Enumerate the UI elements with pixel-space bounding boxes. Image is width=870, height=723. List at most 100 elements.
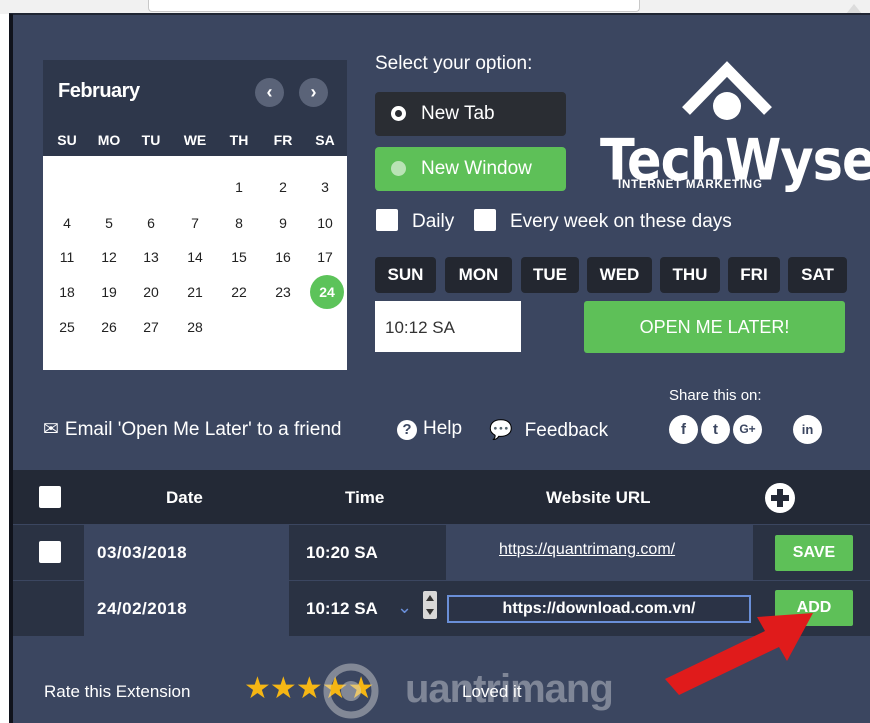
- calendar-day[interactable]: 4: [51, 208, 83, 238]
- calendar-weekday: TU: [141, 132, 161, 148]
- calendar-day[interactable]: 28: [179, 312, 211, 342]
- help-link[interactable]: ? Help: [397, 418, 462, 440]
- day-button-fri[interactable]: FRI: [728, 257, 780, 293]
- calendar-day[interactable]: 13: [135, 242, 167, 272]
- calendar-weekday: WE: [183, 132, 207, 148]
- calendar: February ‹ › SU MO TU WE TH FR SA 1 2 3 4 5 6 7 8 9 10 1…: [43, 60, 347, 370]
- weekly-label: Every week on these days: [510, 211, 732, 232]
- calendar-day[interactable]: 10: [309, 208, 341, 238]
- calendar-day[interactable]: 2: [267, 172, 299, 202]
- add-plus-icon[interactable]: [765, 483, 795, 513]
- row-time: 10:20 SA: [306, 543, 378, 562]
- radio-unselected-icon: [391, 161, 406, 176]
- linkedin-icon[interactable]: in: [793, 415, 822, 444]
- day-button-thu[interactable]: THU: [660, 257, 720, 293]
- calendar-day[interactable]: 27: [135, 312, 167, 342]
- calendar-day[interactable]: 22: [223, 277, 255, 307]
- calendar-day[interactable]: 11: [51, 242, 83, 272]
- calendar-day[interactable]: 14: [179, 242, 211, 272]
- calendar-day[interactable]: 19: [93, 277, 125, 307]
- chat-bubbles-icon: 💬: [489, 420, 513, 441]
- address-bar[interactable]: [148, 0, 640, 12]
- row-date: 03/03/2018: [97, 543, 188, 562]
- row-checkbox[interactable]: [39, 541, 61, 563]
- row-url-link[interactable]: https://quantrimang.com/: [499, 541, 675, 559]
- calendar-month: February: [58, 80, 140, 102]
- table-header: Date Time Website URL: [13, 470, 870, 524]
- red-arrow-icon: [665, 613, 813, 695]
- day-button-tue[interactable]: TUE: [521, 257, 579, 293]
- day-button-sat[interactable]: SAT: [788, 257, 847, 293]
- google-plus-icon[interactable]: G+: [733, 415, 762, 444]
- calendar-header: February ‹ › SU MO TU WE TH FR SA: [43, 60, 347, 156]
- star-icon[interactable]: ★: [270, 671, 297, 706]
- twitter-icon[interactable]: t: [701, 415, 730, 444]
- options-title: Select your option:: [375, 53, 533, 74]
- calendar-day[interactable]: 21: [179, 277, 211, 307]
- email-friend-link[interactable]: ✉ Email 'Open Me Later' to a friend: [43, 418, 341, 441]
- extension-popup: February ‹ › SU MO TU WE TH FR SA 1 2 3 4 5 6 7 8 9 10 1…: [13, 15, 870, 723]
- rate-label: Rate this Extension: [44, 682, 191, 701]
- house-roof-icon: [682, 61, 772, 120]
- time-spinner[interactable]: [423, 591, 437, 619]
- calendar-day-selected[interactable]: 24: [310, 275, 344, 309]
- calendar-day[interactable]: 18: [51, 277, 83, 307]
- calendar-weekday: SA: [315, 132, 335, 148]
- logo-tagline: INTERNET MARKETING: [618, 179, 763, 191]
- facebook-icon[interactable]: f: [669, 415, 698, 444]
- calendar-day[interactable]: 5: [93, 208, 125, 238]
- share-label: Share this on:: [669, 387, 762, 404]
- calendar-day[interactable]: 15: [223, 242, 255, 272]
- techwyse-logo: TechWyse INTERNET MARKETING: [600, 57, 870, 197]
- calendar-day[interactable]: 7: [179, 208, 211, 238]
- calendar-day[interactable]: 1: [223, 172, 255, 202]
- radio-selected-icon: [391, 106, 406, 121]
- calendar-day[interactable]: 20: [135, 277, 167, 307]
- select-all-checkbox[interactable]: [39, 486, 61, 508]
- row-date: 24/02/2018: [97, 599, 188, 618]
- feedback-label: Feedback: [524, 420, 609, 441]
- watermark-text: uantrimang: [405, 667, 614, 711]
- browser-top-bar: [0, 0, 870, 14]
- row-time: 10:12 SA: [306, 599, 378, 618]
- calendar-day[interactable]: 16: [267, 242, 299, 272]
- calendar-weekday: TH: [229, 132, 249, 148]
- column-time: Time: [345, 488, 385, 507]
- question-circle-icon: ?: [397, 420, 417, 440]
- calendar-weekday: MO: [97, 132, 121, 148]
- email-friend-label: Email 'Open Me Later' to a friend: [64, 419, 342, 440]
- envelope-icon: ✉: [43, 419, 59, 440]
- calendar-day[interactable]: 26: [93, 312, 125, 342]
- day-button-sun[interactable]: SUN: [375, 257, 436, 293]
- calendar-day[interactable]: 3: [309, 172, 341, 202]
- calendar-day[interactable]: 17: [309, 242, 341, 272]
- calendar-day[interactable]: 8: [223, 208, 255, 238]
- calendar-weekday: SU: [57, 132, 77, 148]
- daily-checkbox[interactable]: [376, 209, 398, 231]
- table-row: 03/03/2018 10:20 SA https://quantrimang.…: [13, 525, 870, 580]
- new-window-option[interactable]: New Window: [375, 147, 566, 191]
- daily-label: Daily: [412, 211, 455, 232]
- column-url: Website URL: [546, 488, 651, 507]
- new-window-label: New Window: [421, 158, 532, 179]
- chevron-left-icon[interactable]: ‹: [255, 78, 284, 107]
- time-input[interactable]: 10:12 SA: [375, 301, 521, 352]
- weekly-checkbox[interactable]: [474, 209, 496, 231]
- chevron-down-icon[interactable]: ⌄: [397, 597, 412, 618]
- calendar-day[interactable]: 9: [267, 208, 299, 238]
- calendar-day[interactable]: 12: [93, 242, 125, 272]
- calendar-day[interactable]: 6: [135, 208, 167, 238]
- chevron-right-icon[interactable]: ›: [299, 78, 328, 107]
- feedback-link[interactable]: 💬 Feedback: [489, 418, 608, 442]
- star-icon[interactable]: ★: [244, 671, 271, 706]
- open-me-later-button[interactable]: OPEN ME LATER!: [584, 301, 845, 353]
- day-button-wed[interactable]: WED: [587, 257, 652, 293]
- new-tab-label: New Tab: [421, 103, 495, 124]
- calendar-day[interactable]: 25: [51, 312, 83, 342]
- help-label: Help: [423, 418, 463, 439]
- column-date: Date: [166, 488, 203, 507]
- calendar-day[interactable]: 23: [267, 277, 299, 307]
- new-tab-option[interactable]: New Tab: [375, 92, 566, 136]
- day-button-mon[interactable]: MON: [445, 257, 512, 293]
- save-button[interactable]: SAVE: [775, 535, 853, 571]
